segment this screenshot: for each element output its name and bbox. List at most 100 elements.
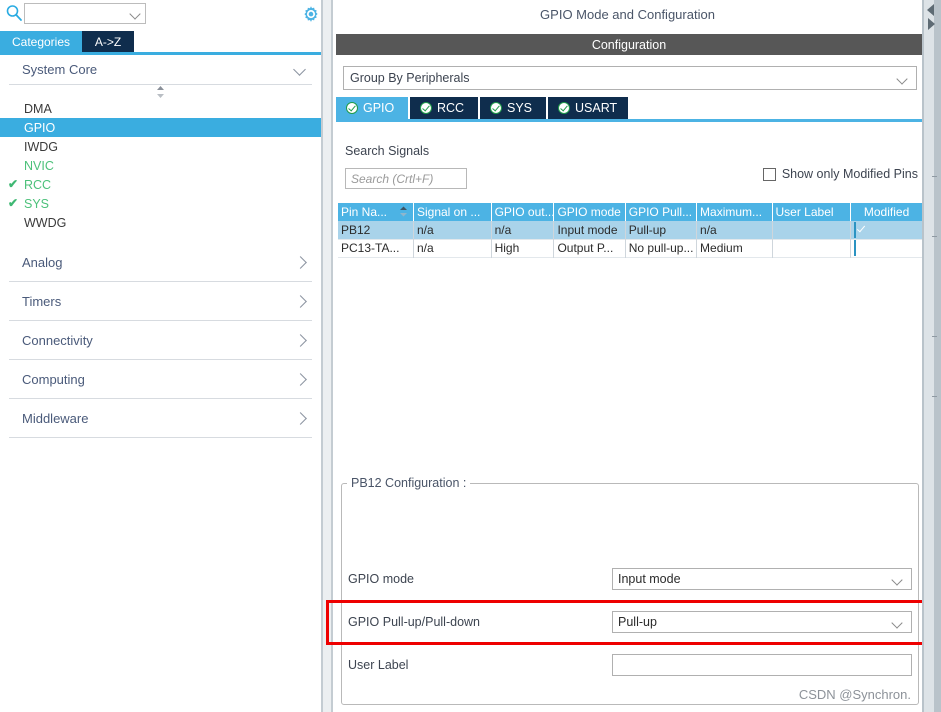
cell-modified[interactable] <box>850 221 922 239</box>
sidebar-group-middleware[interactable]: Middleware <box>9 399 312 438</box>
table-header-row: Pin Na... Signal on ... GPIO out... GPIO… <box>338 203 922 221</box>
gpio-pull-dropdown[interactable]: Pull-up <box>612 611 912 633</box>
col-gpio-pull[interactable]: GPIO Pull... <box>625 203 698 221</box>
check-icon: ✔ <box>8 177 19 191</box>
col-gpio-mode[interactable]: GPIO mode <box>553 203 626 221</box>
search-icon <box>5 4 25 24</box>
sidebar-item-nvic-label: NVIC <box>24 158 54 173</box>
right-edge-scrollbar[interactable] <box>922 0 941 712</box>
sidebar-group-connectivity-label: Connectivity <box>22 332 93 348</box>
checkbox-box[interactable] <box>762 167 776 181</box>
cell-gpio-pull: Pull-up <box>625 221 698 239</box>
configuration-header: Configuration <box>336 34 922 55</box>
sidebar-search-combo[interactable] <box>24 3 146 24</box>
gpio-mode-label: GPIO mode <box>348 572 414 586</box>
cell-gpio-mode: Input mode <box>553 221 626 239</box>
cell-gpio-output: High <box>491 239 555 257</box>
sidebar-item-dma[interactable]: DMA <box>0 99 321 118</box>
cubemx-window: Categories A->Z System Core DMA GPIO IWD… <box>0 0 941 712</box>
sidebar-group-computing-label: Computing <box>22 371 85 387</box>
show-only-modified-pins-label: Show only Modified Pins <box>781 167 918 181</box>
sidebar-item-sys[interactable]: ✔ SYS <box>0 194 321 213</box>
tab-gpio-label: GPIO <box>363 101 395 115</box>
cell-modified[interactable] <box>850 239 922 257</box>
col-user-label[interactable]: User Label <box>772 203 852 221</box>
gpio-pull-value: Pull-up <box>618 615 657 629</box>
table-row[interactable]: PB12 n/a n/a Input mode Pull-up n/a <box>338 221 922 239</box>
gpio-mode-row: GPIO mode Input mode <box>342 558 918 600</box>
col-pin-name-label: Pin Na... <box>341 205 388 219</box>
chevron-down-icon <box>294 64 306 76</box>
sidebar-group-system-core-label: System Core <box>22 62 98 77</box>
modified-checkbox-checked[interactable] <box>854 221 857 238</box>
check-icon: ✔ <box>8 196 19 210</box>
col-modified[interactable]: Modified <box>850 203 922 221</box>
sidebar-item-rcc-label: RCC <box>24 177 52 192</box>
cell-maximum: n/a <box>696 221 773 239</box>
configuration-panel: GPIO Mode and Configuration Configuratio… <box>333 0 922 712</box>
modified-checkbox-checked[interactable] <box>854 240 857 256</box>
status-ok-icon <box>558 102 570 114</box>
sidebar-group-timers[interactable]: Timers <box>9 282 312 321</box>
col-pin-name[interactable]: Pin Na... <box>338 203 414 221</box>
chevron-down-icon <box>897 75 908 82</box>
tab-usart[interactable]: USART <box>548 97 628 119</box>
peripheral-tabs: GPIO RCC SYS USART <box>336 97 922 119</box>
col-signal-on[interactable]: Signal on ... <box>413 203 492 221</box>
group-by-dropdown[interactable]: Group By Peripherals <box>343 66 917 90</box>
cell-signal-on: n/a <box>413 221 492 239</box>
sort-ascending-icon[interactable] <box>399 205 408 219</box>
gpio-mode-value: Input mode <box>618 572 681 586</box>
sidebar-group-computing[interactable]: Computing <box>9 360 312 399</box>
cell-user-label <box>772 239 852 257</box>
col-gpio-output[interactable]: GPIO out... <box>491 203 555 221</box>
chevron-right-icon <box>294 334 306 346</box>
sidebar-group-connectivity[interactable]: Connectivity <box>9 321 312 360</box>
gpio-mode-dropdown[interactable]: Input mode <box>612 568 912 590</box>
scroll-spinner[interactable] <box>0 85 321 99</box>
sidebar-item-gpio[interactable]: GPIO <box>0 118 321 137</box>
cell-pin-name: PC13-TA... <box>338 239 414 257</box>
sidebar-item-nvic[interactable]: NVIC <box>0 156 321 175</box>
page-title: GPIO Mode and Configuration <box>333 0 922 30</box>
tab-gpio[interactable]: GPIO <box>336 97 408 119</box>
gpio-pull-row: GPIO Pull-up/Pull-down Pull-up <box>342 601 918 643</box>
signal-search-input[interactable]: Search (Crtl+F) <box>345 168 467 189</box>
sidebar-tabstrip: Categories A->Z <box>0 31 321 52</box>
status-ok-icon <box>346 102 358 114</box>
tab-categories-label: Categories <box>11 34 71 49</box>
sidebar-divider[interactable] <box>321 0 333 712</box>
sidebar-item-wwdg-label: WWDG <box>24 215 67 230</box>
chevron-right-icon <box>294 256 306 268</box>
tab-rcc[interactable]: RCC <box>410 97 478 119</box>
cell-gpio-mode: Output P... <box>553 239 626 257</box>
sidebar-group-system-core[interactable]: System Core <box>9 55 312 85</box>
chevron-down-icon <box>892 619 903 626</box>
user-label-row: User Label <box>342 644 918 686</box>
table-row[interactable]: PC13-TA... n/a High Output P... No pull-… <box>338 239 922 257</box>
col-maximum[interactable]: Maximum... <box>696 203 773 221</box>
user-label-label: User Label <box>348 658 409 672</box>
cell-user-label <box>772 221 852 239</box>
user-label-input[interactable] <box>612 654 912 676</box>
sidebar-item-dma-label: DMA <box>24 101 52 116</box>
tab-categories[interactable]: Categories <box>0 31 82 52</box>
tab-a-to-z[interactable]: A->Z <box>82 31 134 52</box>
gear-icon[interactable] <box>300 4 322 26</box>
sidebar-item-wwdg[interactable]: WWDG <box>0 213 321 232</box>
sidebar-item-iwdg[interactable]: IWDG <box>0 137 321 156</box>
sidebar-group-analog-label: Analog <box>22 254 63 270</box>
sidebar-item-rcc[interactable]: ✔ RCC <box>0 175 321 194</box>
show-only-modified-pins-checkbox[interactable]: Show only Modified Pins <box>762 167 918 181</box>
tab-usart-label: USART <box>575 101 618 115</box>
peripheral-tabs-underline <box>336 119 922 122</box>
sidebar-item-iwdg-label: IWDG <box>24 139 59 154</box>
sidebar-group-middleware-label: Middleware <box>22 410 89 426</box>
cell-gpio-pull: No pull-up... <box>625 239 698 257</box>
sidebar-group-analog[interactable]: Analog <box>9 243 312 282</box>
tab-a-to-z-label: A->Z <box>94 34 122 49</box>
tab-sys[interactable]: SYS <box>480 97 546 119</box>
sidebar-search-row <box>0 0 321 30</box>
status-ok-icon <box>420 102 432 114</box>
panel-collapse-toggle[interactable] <box>923 2 939 32</box>
